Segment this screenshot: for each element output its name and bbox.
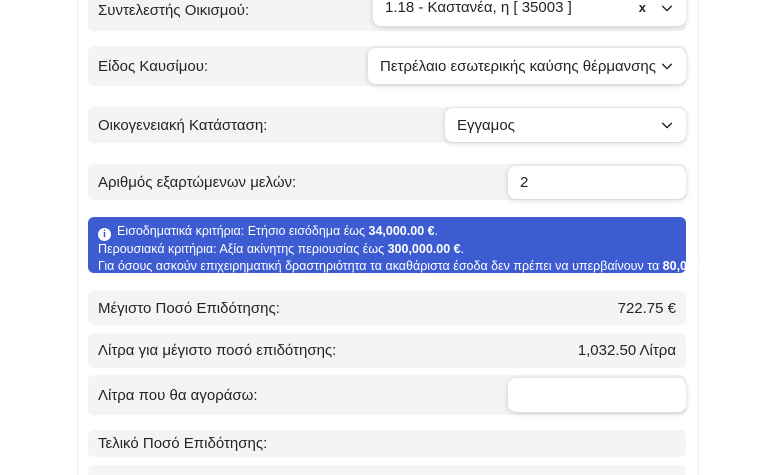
row-final-subsidy: Τελικό Ποσό Επιδότησης: bbox=[88, 430, 686, 457]
max-subsidy-label: Μέγιστο Ποσό Επιδότησης: bbox=[98, 300, 280, 317]
settlement-coefficient-label: Συντελεστής Οικισμού: bbox=[98, 2, 249, 19]
clear-selection-icon[interactable]: x bbox=[633, 0, 660, 15]
business-criteria-line: Για όσους ασκούν επιχειρηματική δραστηρι… bbox=[98, 258, 676, 275]
row-max-liters: Λίτρα για μέγιστο ποσό επιδότησης: 1,032… bbox=[88, 333, 686, 368]
dependents-label: Αριθμός εξαρτώμενων μελών: bbox=[98, 174, 296, 191]
marital-status-select[interactable]: Εγγαμος bbox=[445, 108, 686, 142]
panel-right-border bbox=[698, 0, 699, 475]
property-criteria-line: Περουσιακά κριτήρια: Αξία ακίνητης περιο… bbox=[98, 241, 676, 258]
row-max-subsidy: Μέγιστο Ποσό Επιδότησης: 722.75 € bbox=[88, 291, 686, 325]
next-row-partial bbox=[88, 465, 686, 475]
dependents-input[interactable] bbox=[508, 166, 686, 199]
chevron-down-icon[interactable] bbox=[660, 118, 674, 132]
marital-status-label: Οικογενειακή Κατάσταση: bbox=[98, 117, 267, 134]
settlement-coefficient-select[interactable]: 1.18 - Καστανέα, η [ 35003 ] x bbox=[373, 0, 686, 26]
max-liters-value: 1,032.50 Λίτρα bbox=[578, 342, 676, 359]
final-subsidy-label: Τελικό Ποσό Επιδότησης: bbox=[98, 435, 267, 452]
settlement-coefficient-value: 1.18 - Καστανέα, η [ 35003 ] bbox=[373, 0, 633, 16]
income-criteria-line: iΕισοδηματικά κριτήρια: Ετήσιο εισόδημα … bbox=[98, 223, 676, 241]
liters-to-buy-input[interactable] bbox=[508, 378, 686, 412]
max-subsidy-value: 722.75 € bbox=[618, 300, 676, 317]
subsidy-calculator-page: Συντελεστής Οικισμού: 1.18 - Καστανέα, η… bbox=[0, 0, 768, 475]
max-liters-label: Λίτρα για μέγιστο ποσό επιδότησης: bbox=[98, 342, 336, 359]
fuel-type-select[interactable]: Πετρέλαιο εσωτερικής καύσης θέρμανσης bbox=[368, 48, 686, 84]
info-circle-icon: i bbox=[98, 228, 111, 241]
chevron-down-icon[interactable] bbox=[660, 1, 674, 15]
chevron-down-icon[interactable] bbox=[660, 59, 674, 73]
criteria-info-box: iΕισοδηματικά κριτήρια: Ετήσιο εισόδημα … bbox=[88, 217, 686, 273]
fuel-type-label: Είδος Καυσίμου: bbox=[98, 58, 208, 75]
panel-left-border bbox=[77, 0, 78, 475]
liters-to-buy-label: Λίτρα που θα αγοράσω: bbox=[98, 387, 258, 404]
marital-status-value: Εγγαμος bbox=[445, 117, 660, 134]
fuel-type-value: Πετρέλαιο εσωτερικής καύσης θέρμανσης bbox=[368, 58, 660, 75]
